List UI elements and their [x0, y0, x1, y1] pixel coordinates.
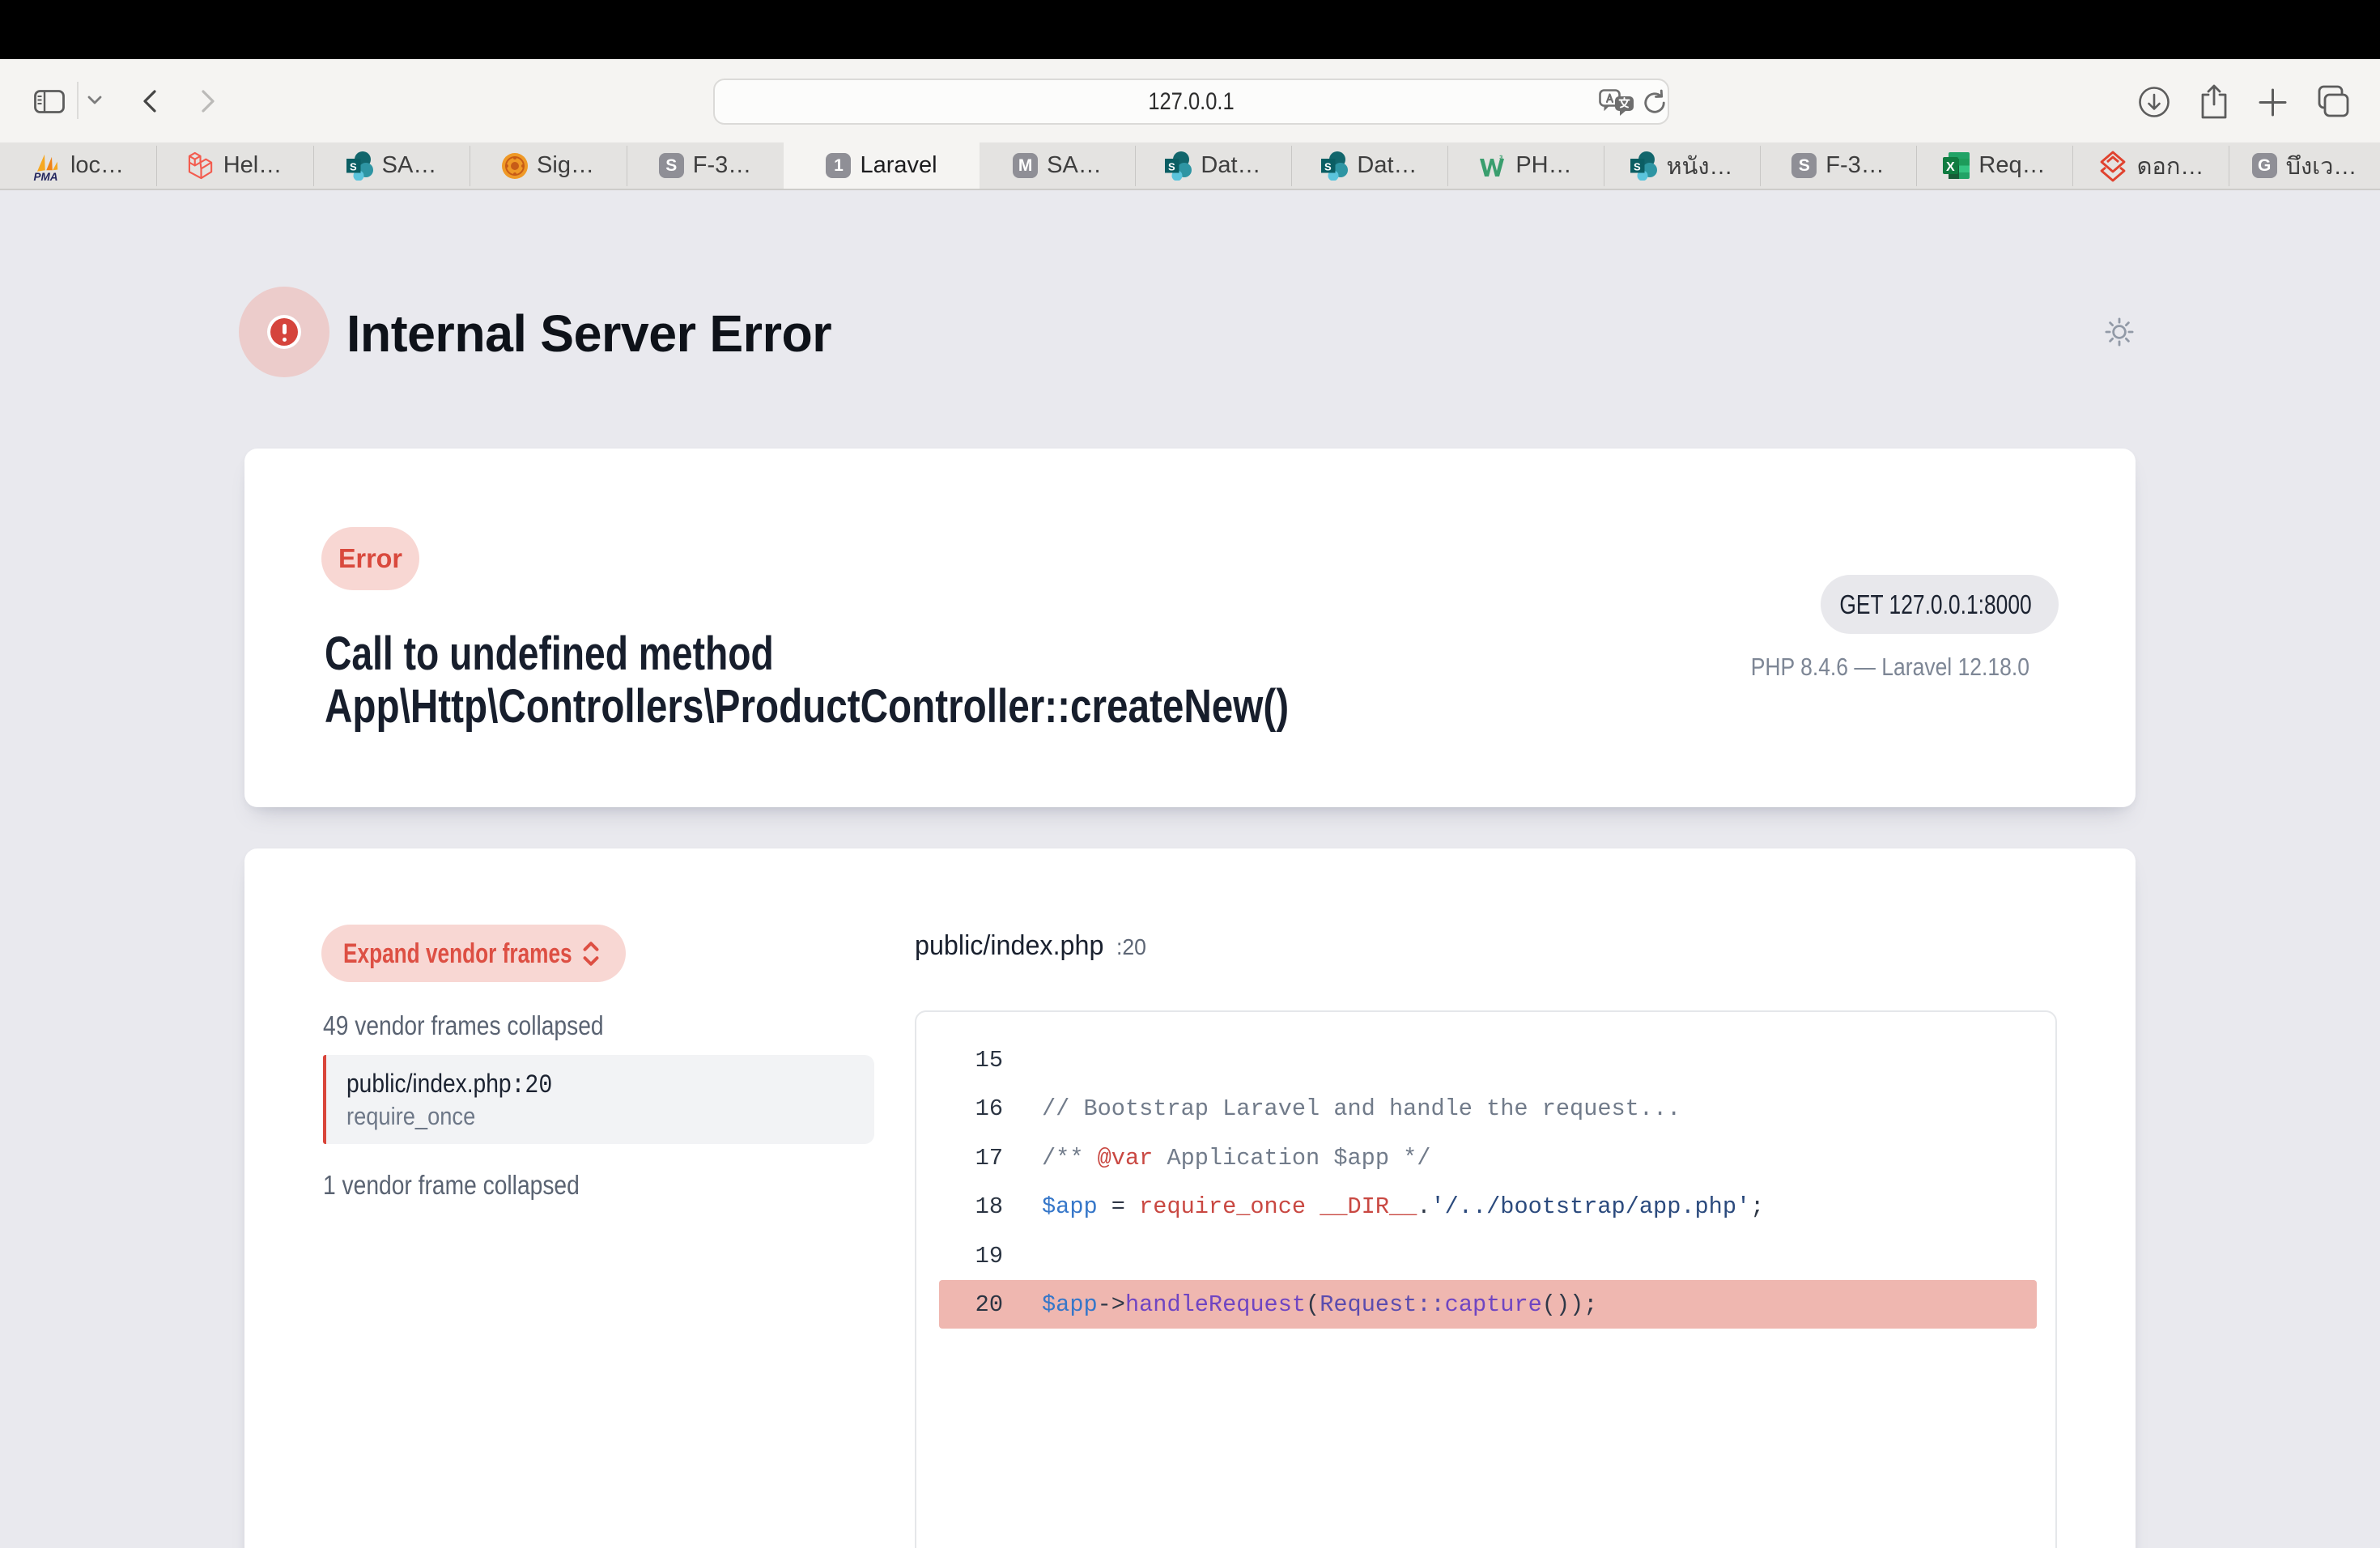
svg-text:S: S [1168, 160, 1175, 172]
svg-text:S: S [1324, 160, 1332, 172]
svg-text:PMA: PMA [33, 171, 57, 181]
svg-text:S: S [350, 160, 357, 172]
svg-text:X: X [1946, 160, 1955, 174]
svg-text:³: ³ [1499, 154, 1503, 165]
svg-text:S: S [1634, 160, 1641, 172]
